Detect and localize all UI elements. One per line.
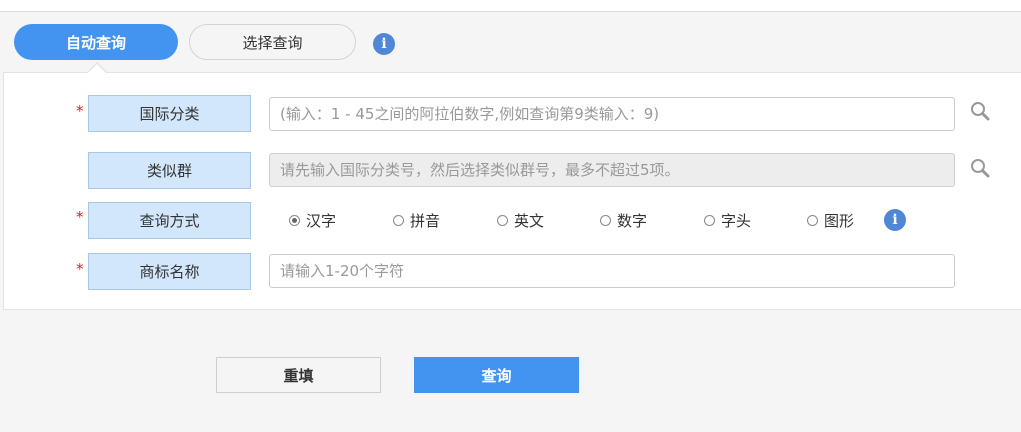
radio-dot[interactable] bbox=[600, 214, 611, 226]
info-icon[interactable]: i bbox=[373, 33, 395, 55]
required-mark: * bbox=[76, 260, 84, 278]
search-icon[interactable] bbox=[969, 157, 991, 179]
radio-label: 拼音 bbox=[410, 211, 441, 230]
radio-dot[interactable] bbox=[807, 214, 818, 226]
radio-dot-checked[interactable] bbox=[289, 214, 300, 226]
query-button[interactable]: 查询 bbox=[414, 357, 579, 393]
trademark-name-input[interactable] bbox=[269, 254, 955, 288]
radio-graphic[interactable]: 图形 bbox=[807, 208, 854, 232]
radio-label: 数字 bbox=[617, 211, 648, 230]
trademark-name-label: 商标名称 bbox=[88, 253, 251, 290]
radio-initials[interactable]: 字头 bbox=[704, 208, 751, 232]
radio-label: 英文 bbox=[514, 211, 545, 230]
intl-class-input[interactable] bbox=[269, 97, 955, 131]
tab-bar: 自动查询 选择查询 i bbox=[0, 12, 1021, 72]
tab-select-query[interactable]: 选择查询 bbox=[189, 24, 356, 60]
top-bar bbox=[0, 0, 1021, 12]
radio-label: 字头 bbox=[721, 211, 752, 230]
info-icon[interactable]: i bbox=[884, 209, 906, 231]
intl-class-label: 国际分类 bbox=[88, 95, 251, 132]
radio-dot[interactable] bbox=[704, 214, 715, 226]
required-mark: * bbox=[76, 102, 84, 120]
required-mark: * bbox=[76, 208, 84, 226]
radio-label: 汉字 bbox=[306, 211, 337, 230]
reset-button[interactable]: 重填 bbox=[216, 357, 381, 393]
similar-group-label: 类似群 bbox=[88, 152, 251, 189]
query-mode-label: 查询方式 bbox=[88, 202, 251, 239]
radio-pinyin[interactable]: 拼音 bbox=[393, 208, 440, 232]
radio-dot[interactable] bbox=[497, 214, 508, 226]
tab-auto-query[interactable]: 自动查询 bbox=[14, 24, 178, 60]
search-icon[interactable] bbox=[969, 100, 991, 122]
similar-group-input[interactable] bbox=[269, 153, 955, 187]
radio-number[interactable]: 数字 bbox=[600, 208, 647, 232]
radio-english[interactable]: 英文 bbox=[497, 208, 544, 232]
tab-pointer-inner bbox=[87, 64, 107, 74]
radio-chinese[interactable]: 汉字 bbox=[289, 208, 336, 232]
radio-dot[interactable] bbox=[393, 214, 404, 226]
radio-label: 图形 bbox=[824, 211, 855, 230]
